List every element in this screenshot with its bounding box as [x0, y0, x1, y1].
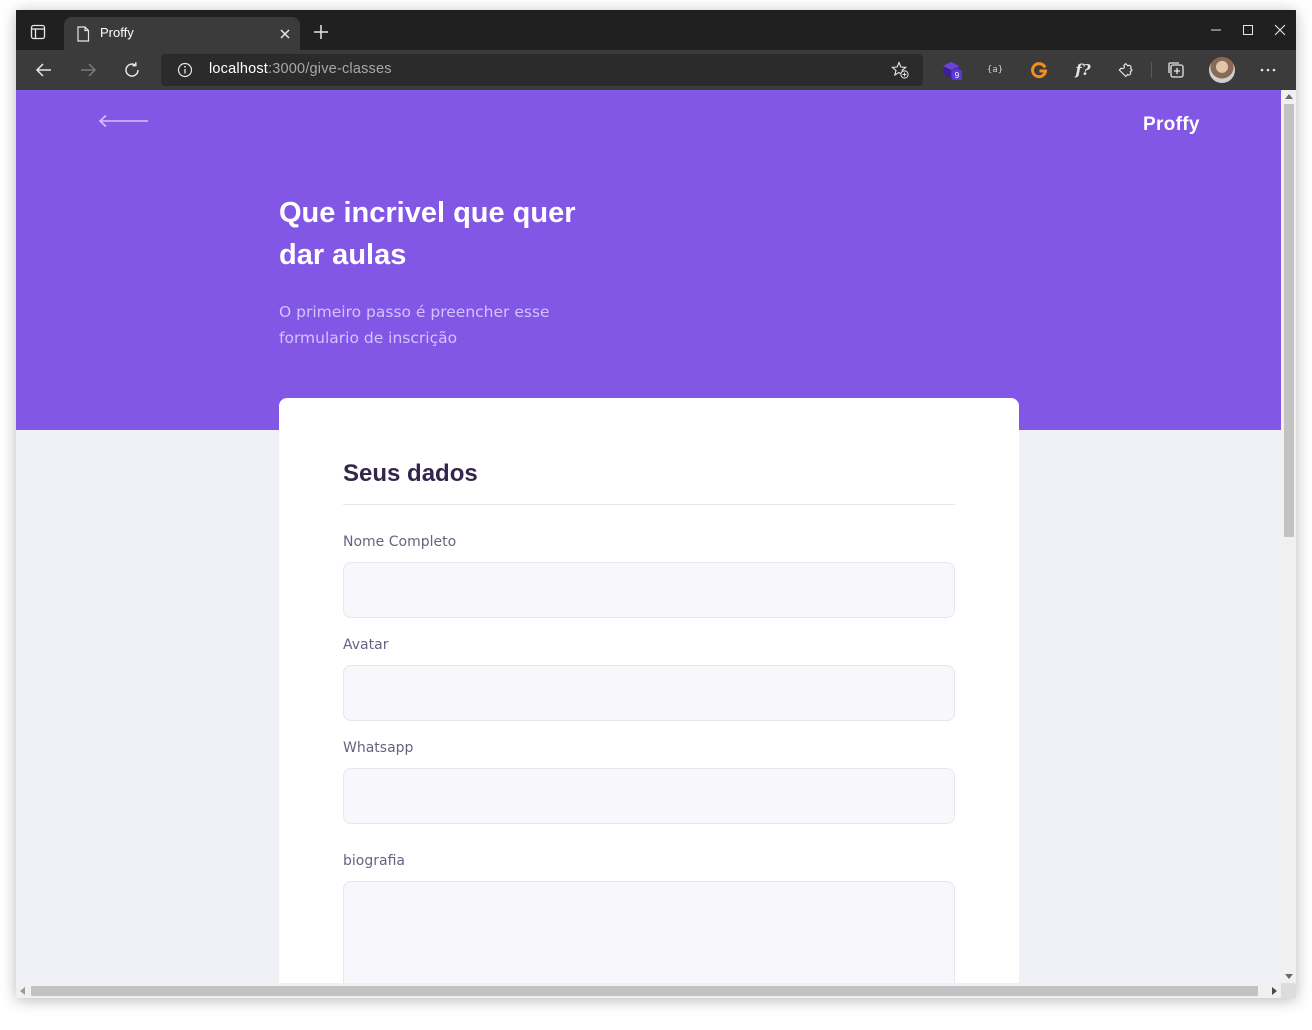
- form-legend: Seus dados: [343, 460, 478, 487]
- scroll-right-arrow-icon[interactable]: [1272, 987, 1277, 995]
- profile-avatar[interactable]: [1209, 57, 1235, 83]
- name-input[interactable]: [343, 562, 955, 618]
- scroll-down-arrow-icon[interactable]: [1285, 974, 1293, 979]
- browser-tab[interactable]: Proffy: [64, 17, 300, 50]
- legend-divider: [343, 504, 955, 505]
- puzzle-icon: [1118, 62, 1133, 78]
- close-tab-icon[interactable]: [278, 27, 292, 41]
- tab-bar: Proffy: [16, 10, 1296, 50]
- scrollbar-corner: [1281, 983, 1296, 998]
- form-card: Seus dados Nome Completo Avatar Whatsapp…: [279, 398, 1019, 983]
- address-bar[interactable]: localhost:3000/give-classes: [161, 54, 923, 86]
- refresh-icon: [125, 62, 139, 77]
- close-window-icon: [1274, 24, 1286, 36]
- site-info-icon[interactable]: [177, 62, 193, 78]
- extension-bracket-button[interactable]: {a}: [983, 58, 1007, 82]
- refresh-button[interactable]: [120, 58, 144, 82]
- extension-bracket-icon: {a}: [986, 65, 1004, 75]
- vertical-scrollbar[interactable]: [1281, 90, 1296, 983]
- tab-actions-icon: [30, 24, 46, 40]
- scroll-up-arrow-icon[interactable]: [1285, 94, 1293, 99]
- maximize-icon: [1243, 25, 1253, 35]
- settings-more-button[interactable]: [1256, 58, 1280, 82]
- collections-button[interactable]: [1164, 58, 1188, 82]
- add-favorite-icon[interactable]: [891, 61, 909, 79]
- forward-button[interactable]: [76, 58, 100, 82]
- url-host: localhost: [209, 61, 269, 77]
- back-arrow-icon: [35, 63, 51, 77]
- tab-title: Proffy: [100, 25, 134, 40]
- page-viewport: Proffy Que incrivel que quer dar aulas O…: [16, 90, 1281, 983]
- whatsapp-label: Whatsapp: [343, 740, 414, 756]
- whatsapp-input[interactable]: [343, 768, 955, 824]
- extension-formula-button[interactable]: f?: [1071, 58, 1095, 82]
- page-subtitle: O primeiro passo é preencher esse formul…: [279, 303, 550, 347]
- vertical-scroll-thumb[interactable]: [1284, 104, 1294, 537]
- more-options-icon: [1260, 68, 1276, 72]
- browser-toolbar: localhost:3000/give-classes 9 {a} f?: [16, 50, 1296, 90]
- extensions-button[interactable]: [1115, 58, 1139, 82]
- extension-badge-count: 9: [955, 71, 960, 80]
- bio-label: biografia: [343, 853, 405, 869]
- browser-window: Proffy localhost:3000/give-classes 9 {a}…: [16, 10, 1296, 998]
- maximize-button[interactable]: [1238, 20, 1258, 40]
- back-button[interactable]: [32, 58, 56, 82]
- back-link-arrow-icon[interactable]: [98, 114, 150, 128]
- name-label: Nome Completo: [343, 534, 457, 550]
- avatar-input[interactable]: [343, 665, 955, 721]
- grammar-extension-icon: [1031, 62, 1048, 79]
- scroll-left-arrow-icon[interactable]: [20, 987, 25, 995]
- url-text[interactable]: localhost:3000/give-classes: [209, 61, 392, 77]
- close-window-button[interactable]: [1270, 20, 1290, 40]
- extension-grammar-button[interactable]: [1027, 58, 1051, 82]
- collections-icon: [1168, 62, 1184, 78]
- minimize-icon: [1211, 29, 1221, 31]
- brand-logo: Proffy: [1143, 114, 1200, 135]
- toolbar-separator: [1151, 62, 1152, 78]
- minimize-button[interactable]: [1206, 20, 1226, 40]
- extension-cube-icon: 9: [943, 62, 962, 80]
- page-header: Proffy Que incrivel que quer dar aulas O…: [16, 90, 1281, 430]
- page-icon: [77, 26, 90, 42]
- formula-extension-icon: f?: [1075, 61, 1091, 79]
- avatar-label: Avatar: [343, 637, 389, 653]
- bio-textarea[interactable]: [343, 881, 955, 983]
- page-title: Que incrivel que quer dar aulas: [279, 197, 576, 271]
- horizontal-scrollbar[interactable]: [16, 983, 1281, 998]
- horizontal-scroll-thumb[interactable]: [31, 986, 1258, 996]
- new-tab-icon[interactable]: [312, 23, 330, 41]
- url-path: :3000/give-classes: [268, 61, 392, 77]
- tab-actions-button[interactable]: [24, 18, 52, 46]
- extension-badge-button[interactable]: 9: [940, 58, 964, 82]
- forward-arrow-icon: [81, 63, 97, 77]
